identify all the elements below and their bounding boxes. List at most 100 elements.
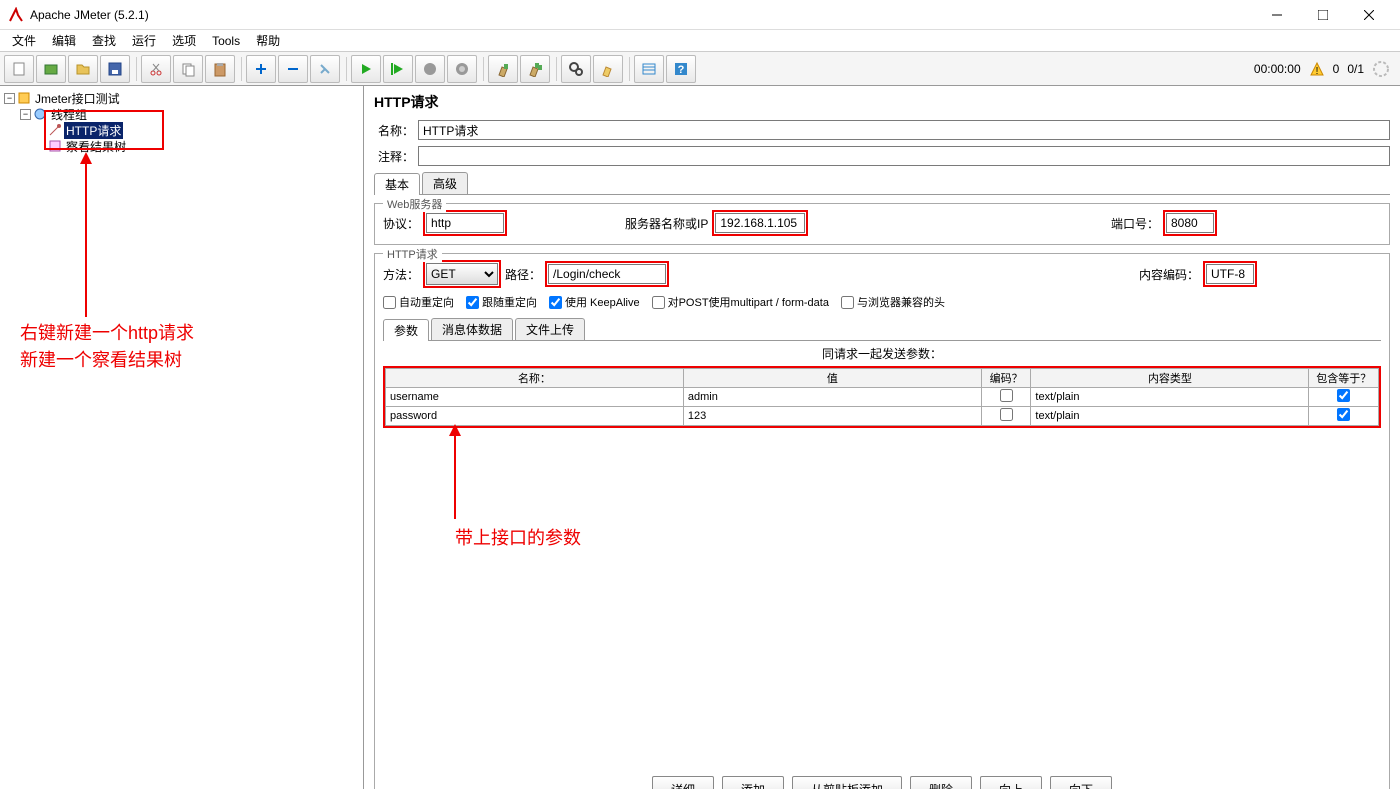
check-keepalive[interactable]: 使用 KeepAlive	[549, 294, 640, 310]
spinner-icon	[1372, 60, 1390, 78]
menubar: 文件 编辑 查找 运行 选项 Tools 帮助	[0, 30, 1400, 52]
threads-count: 0/1	[1347, 62, 1364, 76]
check-browser-headers[interactable]: 与浏览器兼容的头	[841, 294, 945, 310]
cell-value[interactable]: admin	[683, 388, 981, 407]
cell-value[interactable]: 123	[683, 407, 981, 426]
add-from-clipboard-button[interactable]: 从剪贴板添加	[792, 776, 902, 789]
toggle-icon[interactable]	[310, 55, 340, 83]
cell-encode[interactable]	[981, 388, 1031, 407]
protocol-input[interactable]	[426, 213, 504, 233]
templates-icon[interactable]	[36, 55, 66, 83]
check-multipart[interactable]: 对POST使用multipart / form-data	[652, 294, 829, 310]
menu-search[interactable]: 查找	[84, 30, 124, 51]
detail-button[interactable]: 详细	[652, 776, 714, 789]
menu-options[interactable]: 选项	[164, 30, 204, 51]
copy-icon[interactable]	[173, 55, 203, 83]
new-icon[interactable]	[4, 55, 34, 83]
warning-icon: !	[1309, 61, 1325, 77]
menu-file[interactable]: 文件	[4, 30, 44, 51]
protocol-label: 协议：	[383, 215, 419, 232]
col-ctype: 内容类型	[1031, 369, 1309, 388]
tree-root[interactable]: Jmeter接口测试	[33, 90, 122, 107]
app-icon	[8, 7, 24, 23]
name-label: 名称：	[374, 122, 414, 139]
subtab-files[interactable]: 文件上传	[515, 318, 585, 340]
name-input[interactable]	[418, 120, 1390, 140]
cell-name[interactable]: username	[386, 388, 684, 407]
cell-ctype[interactable]: text/plain	[1031, 407, 1309, 426]
tree-http-request[interactable]: HTTP请求	[64, 122, 123, 139]
cell-include[interactable]	[1309, 407, 1379, 426]
warning-count: 0	[1333, 62, 1340, 76]
web-server-fieldset: Web服务器 协议： 服务器名称或IP 端口号：	[374, 203, 1390, 245]
delete-button[interactable]: 删除	[910, 776, 972, 789]
menu-run[interactable]: 运行	[124, 30, 164, 51]
help-icon[interactable]: ?	[666, 55, 696, 83]
paste-icon[interactable]	[205, 55, 235, 83]
tree-view-results[interactable]: 察看结果树	[64, 138, 128, 155]
tree-toggle-icon[interactable]: −	[4, 93, 15, 104]
add-button[interactable]: 添加	[722, 776, 784, 789]
up-button[interactable]: 向上	[980, 776, 1042, 789]
cut-icon[interactable]	[141, 55, 171, 83]
search-icon[interactable]	[561, 55, 591, 83]
annotation-arrow-icon	[76, 152, 96, 322]
encoding-input[interactable]	[1206, 264, 1254, 284]
minimize-button[interactable]	[1254, 0, 1300, 30]
shutdown-icon[interactable]	[447, 55, 477, 83]
tab-advanced[interactable]: 高级	[422, 172, 468, 194]
threadgroup-icon	[33, 107, 47, 121]
web-server-legend: Web服务器	[383, 196, 446, 212]
menu-tools[interactable]: Tools	[204, 32, 248, 50]
stop-icon[interactable]	[415, 55, 445, 83]
expand-icon[interactable]	[246, 55, 276, 83]
cell-ctype[interactable]: text/plain	[1031, 388, 1309, 407]
clear-all-icon[interactable]	[520, 55, 550, 83]
maximize-button[interactable]	[1300, 0, 1346, 30]
testplan-icon	[17, 91, 31, 105]
clear-icon[interactable]	[488, 55, 518, 83]
col-name: 名称：	[386, 369, 684, 388]
reset-search-icon[interactable]	[593, 55, 623, 83]
start-no-timers-icon[interactable]	[383, 55, 413, 83]
subtab-params[interactable]: 参数	[383, 319, 429, 341]
path-input[interactable]	[548, 264, 666, 284]
close-button[interactable]	[1346, 0, 1392, 30]
annotation-text-left: 右键新建一个http请求 新建一个察看结果树	[20, 320, 194, 374]
comment-input[interactable]	[418, 146, 1390, 166]
http-request-panel: HTTP请求 名称： 注释： 基本 高级 Web服务器 协议： 服务器名称或IP…	[364, 86, 1400, 789]
cell-name[interactable]: password	[386, 407, 684, 426]
method-label: 方法：	[383, 266, 419, 283]
server-input[interactable]	[715, 213, 805, 233]
port-label: 端口号：	[1111, 215, 1159, 232]
col-include: 包含等于？	[1309, 369, 1379, 388]
params-caption: 同请求一起发送参数：	[383, 341, 1381, 366]
menu-help[interactable]: 帮助	[248, 30, 288, 51]
menu-edit[interactable]: 编辑	[44, 30, 84, 51]
annotation-text-main: 带上接口的参数	[455, 524, 581, 550]
http-request-legend: HTTP请求	[383, 246, 442, 262]
subtab-body[interactable]: 消息体数据	[431, 318, 513, 340]
down-button[interactable]: 向下	[1050, 776, 1112, 789]
start-icon[interactable]	[351, 55, 381, 83]
collapse-icon[interactable]	[278, 55, 308, 83]
cell-include[interactable]	[1309, 388, 1379, 407]
tree-toggle-icon[interactable]: −	[20, 109, 31, 120]
tree-threadgroup[interactable]: 线程组	[49, 106, 89, 123]
toolbar: ? 00:00:00 ! 0 0/1	[0, 52, 1400, 86]
panel-title: HTTP请求	[374, 92, 1390, 112]
params-table: 名称： 值 编码？ 内容类型 包含等于？ username admin tex	[385, 368, 1379, 426]
check-auto-redirect[interactable]: 自动重定向	[383, 294, 454, 310]
save-icon[interactable]	[100, 55, 130, 83]
table-row: username admin text/plain	[386, 388, 1379, 407]
tab-basic[interactable]: 基本	[374, 173, 420, 195]
cell-encode[interactable]	[981, 407, 1031, 426]
open-icon[interactable]	[68, 55, 98, 83]
method-select[interactable]: GET	[426, 263, 498, 285]
port-input[interactable]	[1166, 213, 1214, 233]
check-follow-redirect[interactable]: 跟随重定向	[466, 294, 537, 310]
test-plan-tree: − Jmeter接口测试 − 线程组 HTTP请求 察看结果树	[0, 86, 364, 789]
function-icon[interactable]	[634, 55, 664, 83]
window-title: Apache JMeter (5.2.1)	[30, 8, 1254, 22]
server-label: 服务器名称或IP	[625, 215, 708, 232]
